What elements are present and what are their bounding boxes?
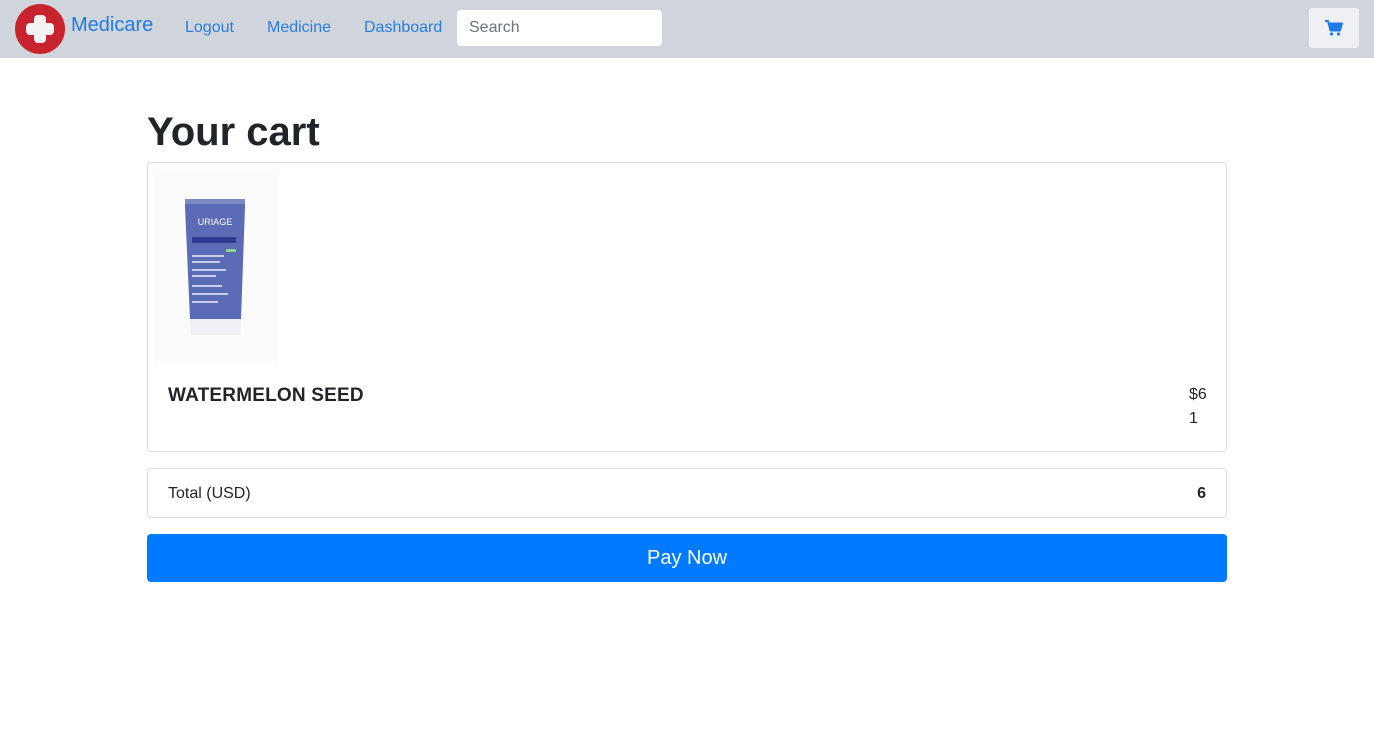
shopping-cart-icon <box>1325 20 1343 36</box>
product-tube-image: URIAGE <box>185 199 245 335</box>
total-label: Total (USD) <box>168 485 251 502</box>
product-image: URIAGE <box>154 169 278 365</box>
cart-total-row: Total (USD) 6 <box>147 468 1227 518</box>
top-navbar: Medicare Logout Medicine Dashboard <box>0 0 1374 58</box>
pay-now-button[interactable]: Pay Now <box>147 534 1227 582</box>
logout-link[interactable]: Logout <box>185 19 234 37</box>
product-quantity: 1 <box>1189 410 1198 427</box>
dashboard-link[interactable]: Dashboard <box>364 19 442 37</box>
total-value: 6 <box>1197 485 1206 502</box>
search-input[interactable] <box>457 10 662 46</box>
page-title: Your cart <box>147 110 320 154</box>
brand-name-link[interactable]: Medicare <box>71 14 153 37</box>
cart-button[interactable] <box>1309 8 1359 48</box>
cart-item-card: URIAGE WATERMELON SEED $6 1 <box>147 162 1227 452</box>
product-brand-label: URIAGE <box>198 217 233 227</box>
product-name: WATERMELON SEED <box>168 385 364 406</box>
medicine-link[interactable]: Medicine <box>267 19 331 37</box>
medical-cross-icon[interactable] <box>15 4 65 54</box>
product-price: $6 <box>1189 386 1207 403</box>
